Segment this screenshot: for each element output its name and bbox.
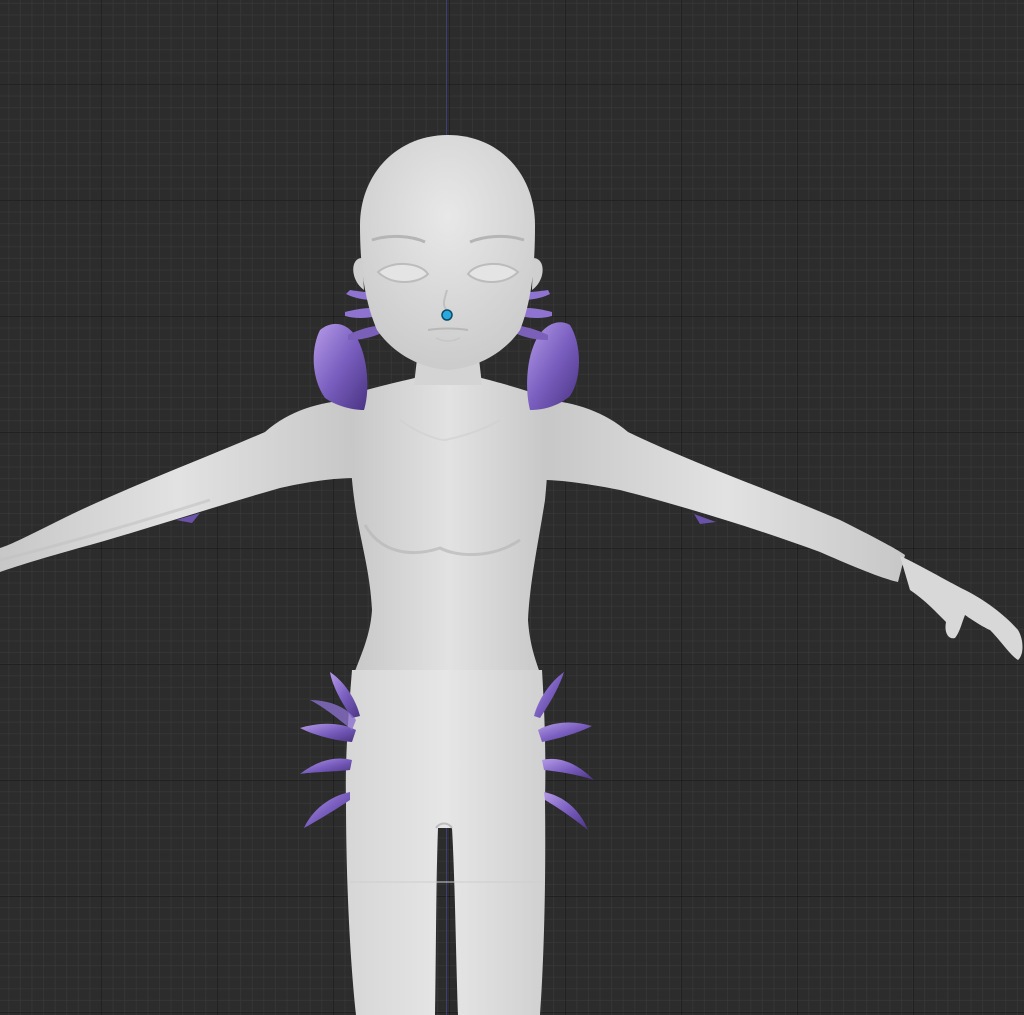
- 3d-viewport[interactable]: [0, 0, 1024, 1015]
- torso[interactable]: [349, 375, 549, 680]
- character-model[interactable]: [0, 0, 1024, 1015]
- left-arm[interactable]: [0, 400, 355, 572]
- head[interactable]: [353, 135, 543, 370]
- right-arm[interactable]: [545, 400, 1023, 660]
- legs[interactable]: [345, 670, 546, 1015]
- object-origin-icon[interactable]: [441, 309, 453, 321]
